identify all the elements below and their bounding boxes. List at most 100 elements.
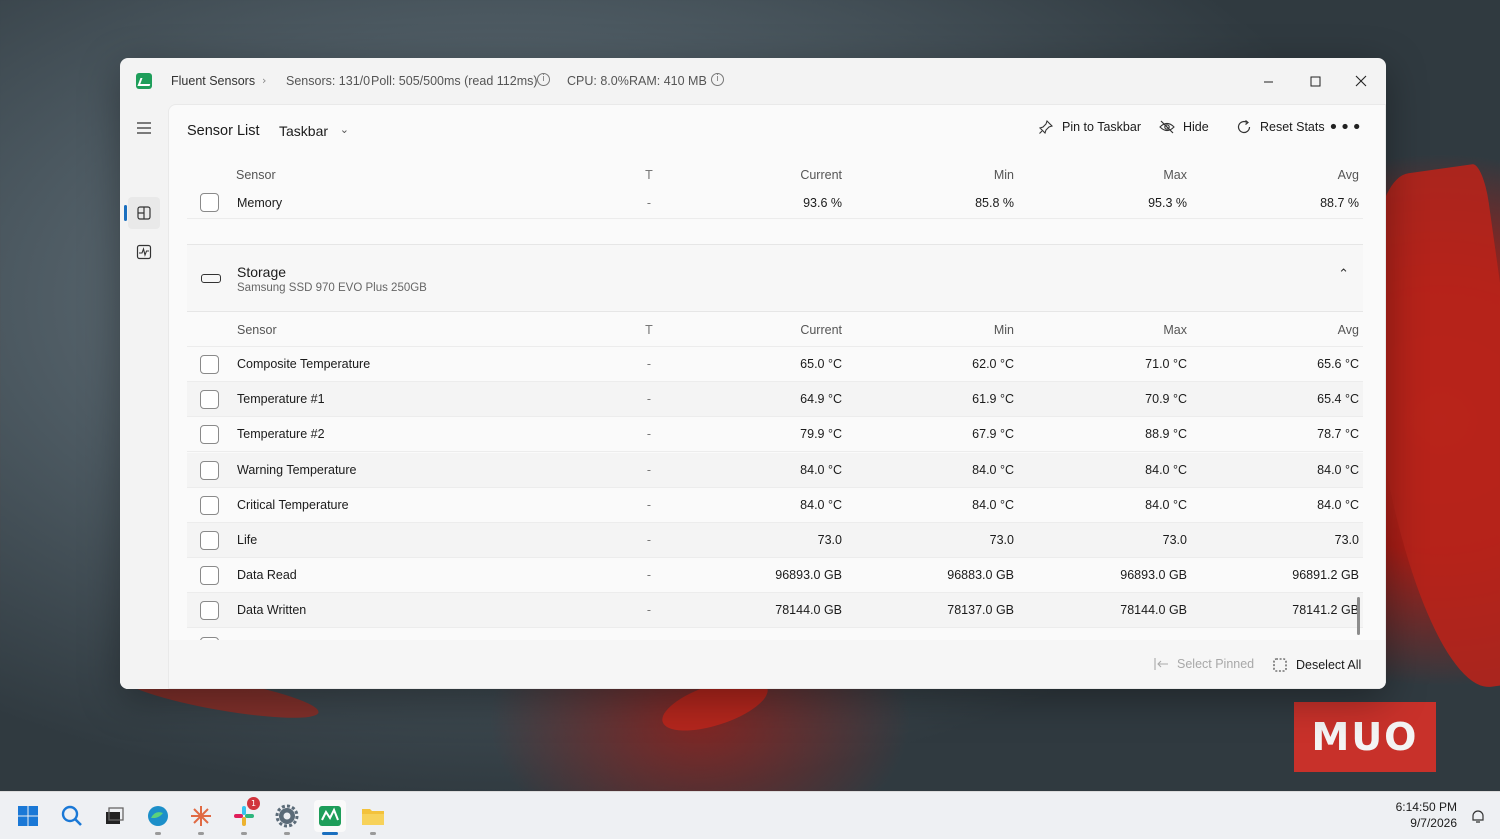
sensor-table: Sensor T Current Min Max Avg Memory - 93…	[187, 157, 1363, 689]
sensor-name: Composite Temperature	[237, 357, 371, 371]
sensor-min: 73.0	[989, 533, 1014, 547]
search-icon	[61, 805, 82, 826]
sensor-min: 61.9 °C	[972, 392, 1014, 407]
hide-button[interactable]: Hide	[1159, 119, 1209, 135]
row-checkbox[interactable]	[200, 193, 219, 212]
reset-stats-label: Reset Stats	[1260, 120, 1325, 134]
row-checkbox[interactable]	[200, 425, 219, 445]
more-options-button[interactable]: •••	[1328, 117, 1363, 138]
row-checkbox[interactable]	[200, 495, 219, 515]
table-row[interactable]: Critical Temperature - 84.0 °C 84.0 °C 84.0 …	[187, 488, 1363, 523]
table-row[interactable]: Life - 73.0 73.0 73.0 73.0	[187, 523, 1363, 558]
sensor-current: 78144.0 GB	[775, 603, 842, 618]
sensor-avg: 78.7 °C	[1317, 427, 1359, 442]
sensor-avg: 84.0 °C	[1317, 462, 1359, 477]
menu-button[interactable]	[128, 112, 160, 144]
table-row[interactable]: Temperature #1 - 64.9 °C 61.9 °C 70.9 °C 65.4…	[187, 382, 1363, 418]
column-header-t: T	[645, 167, 653, 182]
sensor-name: Data Read	[237, 568, 297, 583]
row-checkbox[interactable]	[200, 460, 219, 480]
row-checkbox[interactable]	[200, 601, 219, 621]
start-button[interactable]	[12, 800, 44, 832]
sensor-max: 78144.0 GB	[1120, 603, 1187, 618]
taskbar-slack[interactable]: 1	[228, 797, 260, 835]
search-button[interactable]	[56, 800, 88, 832]
running-indicator	[198, 832, 204, 835]
sensor-current: 84.0 °C	[800, 497, 842, 512]
sensor-max: 71.0 °C	[1145, 357, 1187, 371]
command-bar: Sensor List Taskbar ⌄ Pin to Taskbar Hid…	[169, 105, 1385, 157]
maximize-button[interactable]	[1292, 66, 1338, 96]
taskbar-fluent-sensors[interactable]	[314, 800, 346, 835]
nav-sensor-list[interactable]	[128, 197, 160, 229]
sensor-name: Temperature #2	[237, 427, 325, 442]
sensor-max: 95.3 %	[1148, 195, 1187, 210]
sensor-max: 84.0 °C	[1145, 497, 1187, 512]
collapse-chevron-up-icon[interactable]: ⌃	[1338, 267, 1349, 282]
row-checkbox[interactable]	[200, 390, 219, 410]
taskbar-file-explorer[interactable]	[357, 800, 389, 835]
sensor-name: Warning Temperature	[237, 462, 357, 477]
notification-bell-icon[interactable]	[1470, 808, 1486, 824]
clock-time: 6:14:50 PM	[1395, 800, 1457, 814]
row-checkbox[interactable]	[200, 566, 219, 586]
row-checkbox[interactable]	[200, 355, 219, 374]
chevron-down-icon: ⌄	[339, 123, 349, 136]
column-header-max: Max	[1163, 322, 1187, 337]
table-row[interactable]: Data Read - 96893.0 GB 96883.0 GB 96893.0 GB…	[187, 558, 1363, 594]
sensor-type: -	[646, 533, 652, 547]
table-row[interactable]: Composite Temperature - 65.0 °C 62.0 °C 71.0…	[187, 347, 1363, 382]
usage-info-icon[interactable]: i	[711, 73, 724, 86]
cpu-usage: CPU: 8.0%	[567, 74, 629, 88]
table-row[interactable]: Memory - 93.6 % 85.8 % 95.3 % 88.7 %	[187, 187, 1363, 219]
storage-drive-icon	[201, 274, 221, 283]
hamburger-icon	[137, 122, 151, 134]
pin-to-taskbar-label: Pin to Taskbar	[1062, 120, 1141, 134]
scrollbar-thumb[interactable]	[1357, 597, 1360, 635]
sensor-current: 96893.0 GB	[775, 568, 842, 583]
reset-stats-button[interactable]: Reset Stats	[1236, 119, 1325, 135]
page-title: Sensor List	[187, 123, 260, 139]
fluent-sensors-window: Fluent Sensors › Sensors: 131/0 Poll: 50…	[120, 58, 1386, 689]
sensor-max: 88.9 °C	[1145, 427, 1187, 442]
active-app-indicator	[322, 832, 338, 835]
os-taskbar: 1 6:14:50 PM 9/7/2026	[0, 791, 1500, 839]
storage-group-header[interactable]: Storage Samsung SSD 970 EVO Plus 250GB ⌃	[187, 244, 1363, 312]
sensor-avg: 88.7 %	[1320, 195, 1359, 210]
maximize-icon	[1310, 76, 1320, 86]
system-clock[interactable]: 6:14:50 PM 9/7/2026	[1396, 799, 1457, 831]
sensor-avg: 84.0 °C	[1317, 497, 1359, 512]
sensor-min: 96883.0 GB	[947, 568, 1014, 583]
task-view-icon	[106, 807, 124, 824]
table-row[interactable]: Warning Temperature - 84.0 °C 84.0 °C 84.0 °…	[187, 452, 1363, 488]
view-dropdown[interactable]: Taskbar ⌄	[269, 116, 359, 146]
close-button[interactable]	[1338, 66, 1384, 96]
row-checkbox[interactable]	[200, 531, 219, 550]
close-icon	[1355, 75, 1367, 87]
table-row[interactable]: Temperature #2 - 79.9 °C 67.9 °C 88.9 °C 78.7…	[187, 417, 1363, 453]
table-row[interactable]: Data Written - 78144.0 GB 78137.0 GB 78144.0…	[187, 593, 1363, 629]
task-view-button[interactable]	[98, 800, 130, 832]
sensor-avg: 96891.2 GB	[1292, 568, 1359, 583]
deselect-all-button[interactable]: Deselect All	[1272, 657, 1361, 673]
group-subtitle: Samsung SSD 970 EVO Plus 250GB	[237, 282, 427, 294]
nav-monitor[interactable]	[128, 236, 160, 268]
refresh-icon	[1237, 120, 1251, 134]
sensor-type: -	[646, 497, 652, 512]
sensor-avg: 65.4 °C	[1317, 392, 1359, 407]
poll-info-icon[interactable]: i	[537, 73, 550, 86]
sensor-current: 79.9 °C	[800, 427, 842, 442]
sensor-type: -	[646, 603, 652, 618]
taskbar-settings[interactable]	[271, 800, 303, 835]
sensor-current: 65.0 °C	[800, 357, 842, 371]
minimize-button[interactable]	[1245, 66, 1291, 96]
pin-to-taskbar-button[interactable]: Pin to Taskbar	[1038, 119, 1141, 135]
taskbar-app-sunburst[interactable]	[185, 800, 217, 835]
select-pinned-button[interactable]: Select Pinned	[1153, 657, 1254, 671]
taskbar-edge[interactable]	[142, 800, 174, 835]
fluent-sensors-icon	[319, 806, 341, 826]
column-header-current: Current	[800, 322, 842, 337]
sensor-current: 93.6 %	[803, 195, 842, 210]
sensor-avg: 65.6 °C	[1317, 357, 1359, 371]
main-content: Sensor List Taskbar ⌄ Pin to Taskbar Hid…	[168, 104, 1386, 689]
